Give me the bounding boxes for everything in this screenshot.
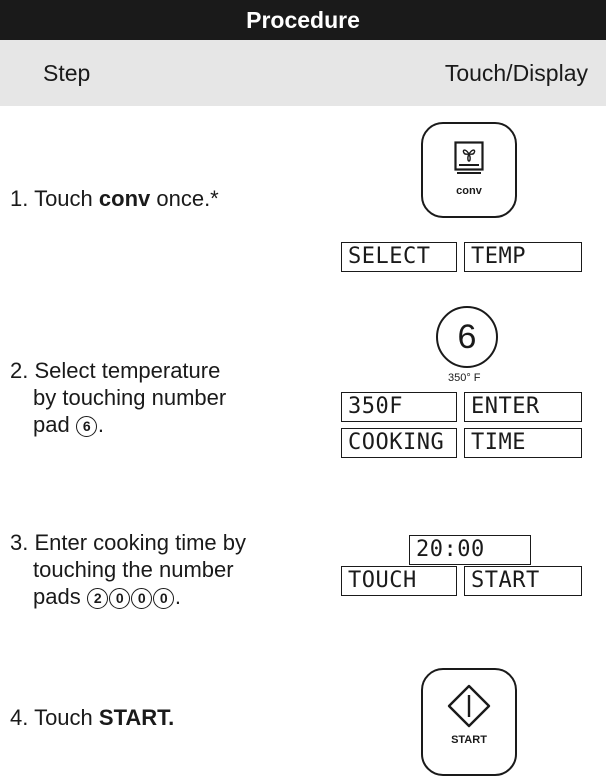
digit-0-badge: 0 [153,588,175,609]
step-1-prefix: 1. Touch [10,186,99,211]
convection-icon [454,141,484,174]
lcd-touch: TOUCH [341,566,457,596]
step-4-prefix: 4. Touch [10,705,99,730]
header-title: Procedure [246,6,360,33]
step-1-suffix: once.* [150,186,219,211]
lcd-350f: 350F [341,392,457,422]
lcd-enter: ENTER [464,392,582,422]
lcd-clock: 20:00 [409,535,531,565]
step-4-text: 4. Touch START. [10,704,174,731]
conv-key-label: conv [456,185,482,197]
lcd-start: START [464,566,582,596]
lcd-temp: TEMP [464,242,582,272]
digit-0-badge: 0 [131,588,153,609]
step-3-text: 3. Enter cooking time by touching the nu… [10,529,246,610]
column-touch-display-label: Touch/Display [444,60,588,86]
step-2-line-3: pad 6. [10,411,226,438]
step-3-line-1: 3. Enter cooking time by [10,530,247,555]
step-2-line-1: 2. Select temperature [10,358,221,383]
start-key[interactable]: START [421,668,517,776]
step-2-period: . [97,412,104,437]
step-1-keyword: conv [98,186,151,211]
step-4-keyword: START. [98,705,175,730]
number-6-key[interactable]: 6 [436,306,498,368]
digit-6-badge: 6 [76,416,98,437]
lcd-select: SELECT [341,242,457,272]
step-2-pad-text: pad [33,412,76,437]
step-2-line-2: by touching number [33,385,227,410]
step-3-period: . [174,584,181,609]
step-3-line-2: touching the number [33,557,234,582]
start-key-label: START [451,734,487,746]
digit-0-badge: 0 [109,588,131,609]
column-header-row: Step Touch/Display [0,40,606,106]
lcd-time: TIME [464,428,582,458]
start-icon [447,684,491,728]
step-2-text: 2. Select temperature by touching number… [10,357,226,438]
step-3-pads-text: pads [33,584,87,609]
step-3-line-3: pads 2000. [10,583,246,610]
column-step-label: Step [43,60,91,86]
temperature-caption: 350° F [448,372,481,384]
procedure-header: Procedure [0,0,606,40]
digit-2-badge: 2 [87,588,109,609]
conv-key[interactable]: conv [421,122,517,218]
step-1-text: 1. Touch conv once.* [10,185,219,212]
lcd-cooking: COOKING [341,428,457,458]
